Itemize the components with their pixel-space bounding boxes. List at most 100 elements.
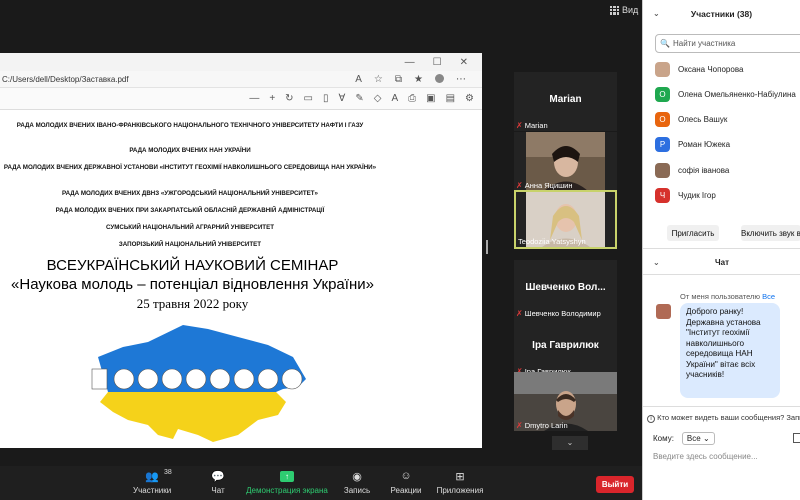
profile-avatar[interactable] (435, 73, 444, 83)
chat-panel-title: Чат (715, 258, 729, 267)
view-label: Вид (622, 5, 639, 15)
participant-avatar: Ч (655, 187, 670, 203)
draw-icon[interactable]: ∀ (339, 93, 346, 104)
info-icon: i (647, 415, 655, 423)
zoom-meeting-window: Вид — ☐ ✕ C:/Users/dell/Desktop/Заставка… (0, 0, 800, 500)
participants-panel-header: ⌄ Участники (38) (643, 0, 800, 28)
save-as-icon[interactable]: ▤ (446, 93, 455, 104)
window-titlebar: — ☐ ✕ (0, 53, 482, 71)
page-view-icon[interactable]: ▯ (323, 93, 329, 104)
participant-avatar: О (655, 111, 670, 127)
chat-panel-header: ⌄ Чат (643, 258, 800, 267)
highlight-icon[interactable]: ✎ (355, 93, 363, 104)
chevron-down-icon: ⌄ (702, 434, 710, 443)
video-tile[interactable]: Шевченко Вол... ✗ Шевченко Володимир (514, 260, 617, 319)
video-tile[interactable]: ✗ Dmytro Larin (514, 372, 617, 431)
org-line: РАДА МОЛОДИХ ВЧЕНИХ ДЕРЖАВНОЇ УСТАНОВИ «… (3, 164, 377, 171)
participant-name: Олена Омельяненко-Набіулина (678, 89, 796, 99)
pdf-page: РАДА МОЛОДИХ ВЧЕНИХ ІВАНО-ФРАНКІВСЬКОГО … (0, 110, 482, 448)
seminar-date: 25 травня 2022 року (136, 296, 249, 311)
invite-button[interactable]: Пригласить (667, 225, 719, 241)
chat-message-input[interactable]: Введите здесь сообщение... (653, 452, 758, 461)
participant-row[interactable]: софія іванова (655, 160, 729, 180)
who-can-see-text: Кто может видеть ваши сообщения? Запись (657, 413, 800, 422)
rotate-icon[interactable]: ↻ (285, 93, 293, 104)
eraser-icon[interactable]: ◇ (374, 93, 382, 104)
tile-caption: Teodoziia Yatsyshyn (518, 237, 586, 246)
tile-caption-text: Dmytro Larin (524, 421, 568, 430)
favorites-icon[interactable]: ★ (414, 74, 423, 85)
video-tile[interactable]: Marian ✗ Marian (514, 72, 617, 131)
video-tile-active-speaker[interactable]: Teodoziia Yatsyshyn (514, 190, 617, 249)
record-button[interactable]: ◉ Запись (342, 470, 372, 495)
collapse-chevron-icon[interactable]: ⌄ (653, 258, 660, 267)
print-icon[interactable]: ⎙ (408, 93, 416, 104)
tile-display-name: Marian (549, 94, 582, 105)
who-can-see-info[interactable]: i Кто может видеть ваши сообщения? Запис… (647, 413, 800, 423)
view-button[interactable]: Вид (610, 5, 638, 15)
url-text: C:/Users/dell/Desktop/Заставка.pdf (2, 74, 129, 84)
reactions-smiley-icon: ☺ (400, 470, 412, 482)
participant-search-input[interactable]: 🔍 Найти участника (655, 34, 800, 53)
video-tile[interactable]: Іра Гаврилюк ✗Іра Гаврилюк (514, 318, 617, 377)
participant-avatar (655, 61, 670, 77)
mic-muted-icon: ✗ (516, 181, 523, 190)
settings-gear-icon[interactable]: ⚙ (465, 93, 474, 104)
zoom-out-icon[interactable]: — (249, 93, 259, 104)
tile-caption: ✗ Marian (516, 121, 548, 130)
recipient-label: Кому: (653, 434, 674, 443)
org-line: РАДА МОЛОДИХ ВЧЕНИХ ДВНЗ «УЖГОРОДСЬКИЙ Н… (61, 190, 318, 197)
more-icon[interactable]: ⋯ (456, 74, 466, 85)
apps-label: Приложения (436, 486, 484, 495)
participant-name: Олесь Вашук (678, 114, 728, 124)
collapse-chevron-icon[interactable]: ⌄ (653, 9, 660, 18)
favorite-star-icon[interactable]: ☆ (374, 74, 383, 85)
participant-row[interactable]: О Олесь Вашук (655, 109, 727, 129)
chat-button[interactable]: 💬 Чат (205, 470, 231, 495)
maximize-icon[interactable]: ☐ (433, 57, 442, 68)
collections-icon[interactable]: ⧉ (395, 74, 402, 85)
participants-button[interactable]: 👥 38 Участники (133, 469, 172, 495)
org-line: СУМСЬКИЙ НАЦІОНАЛЬНИЙ АГРАРНИЙ УНІВЕРСИТ… (105, 224, 274, 231)
scroll-down-chevron-icon[interactable]: ⌄ (552, 436, 588, 450)
tile-caption: ✗ Анна Яцишин (516, 181, 573, 190)
file-attach-icon[interactable] (793, 433, 800, 443)
message-from-prefix: От меня пользователю (680, 292, 761, 301)
recipient-select[interactable]: Все ⌄ (681, 432, 715, 445)
reactions-button[interactable]: ☺ Реакции (389, 470, 423, 495)
chat-message-bubble: Доброго ранку! Державна установа "Інстит… (680, 303, 780, 398)
address-bar[interactable]: C:/Users/dell/Desktop/Заставка.pdf A ☆ ⧉… (0, 71, 482, 88)
text-icon[interactable]: A (391, 93, 398, 104)
zoom-in-icon[interactable]: + (269, 93, 275, 104)
share-screen-icon: ↑ (280, 471, 294, 482)
apps-icon: ⊞ (455, 471, 465, 483)
read-aloud-icon[interactable]: A (355, 74, 362, 85)
participant-row[interactable]: Ч Чудик Ігор (655, 185, 716, 205)
share-screen-button[interactable]: ↑ Демонстрация экрана (246, 470, 328, 495)
tile-caption-text: Анна Яцишин (524, 181, 573, 190)
panel-divider (643, 274, 800, 275)
splitter-handle[interactable] (486, 240, 488, 254)
participant-name: Чудик Ігор (678, 190, 716, 200)
participant-row[interactable]: Оксана Чопорова (655, 59, 743, 79)
apps-button[interactable]: ⊞ Приложения (436, 470, 484, 495)
participant-row[interactable]: О Олена Омельяненко-Набіулина (655, 84, 796, 104)
mic-muted-icon: ✗ (516, 421, 523, 430)
close-icon[interactable]: ✕ (460, 57, 468, 68)
unmute-all-button[interactable]: Включить звук всем (741, 225, 800, 241)
panel-divider (643, 406, 800, 407)
org-line: РАДА МОЛОДИХ ВЧЕНИХ ІВАНО-ФРАНКІВСЬКОГО … (16, 122, 364, 129)
minimize-icon[interactable]: — (405, 57, 415, 68)
participant-name: софія іванова (678, 165, 730, 175)
tile-display-name: Шевченко Вол... (525, 282, 606, 293)
leave-meeting-button[interactable]: Выйти (596, 476, 634, 493)
message-meta: От меня пользователю Все (680, 292, 775, 301)
save-icon[interactable]: ▣ (426, 93, 435, 104)
video-tile[interactable]: ✗ Анна Яцишин (514, 132, 617, 191)
mic-muted-icon: ✗ (516, 309, 523, 318)
participant-avatar (655, 162, 670, 178)
fit-page-icon[interactable]: ▭ (304, 93, 313, 104)
record-icon: ◉ (352, 471, 362, 483)
share-screen-label: Демонстрация экрана (246, 486, 328, 495)
participant-row[interactable]: Р Роман Южека (655, 134, 730, 154)
